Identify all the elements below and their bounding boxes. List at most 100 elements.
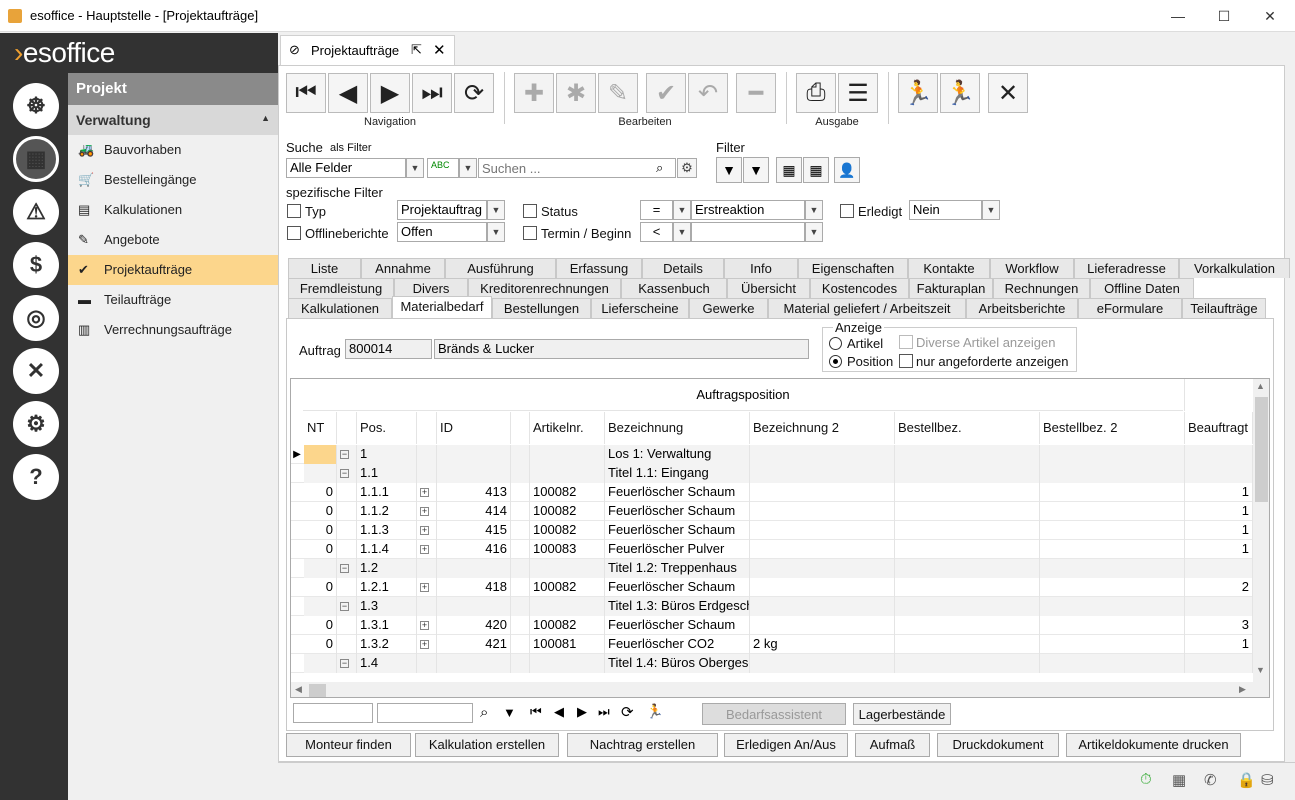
table-row[interactable]: 0 1.1.2 +414 100082 Feuerlöscher Schaum 1 bbox=[291, 502, 1269, 521]
previous-icon[interactable]: ◀ bbox=[554, 704, 564, 720]
chevron-down-icon[interactable]: ▼ bbox=[673, 200, 691, 220]
status-select[interactable]: Erstreaktion bbox=[691, 200, 805, 220]
nav-item-kalkulationen[interactable]: ▤ Kalkulationen bbox=[68, 195, 278, 225]
nav-item-teilauftraege[interactable]: ▬ Teilaufträge bbox=[68, 285, 278, 315]
status-operator[interactable]: = bbox=[640, 200, 673, 220]
chevron-down-icon[interactable]: ▼ bbox=[805, 222, 823, 242]
table-row[interactable]: −1.4 Titel 1.4: Büros Obergesc bbox=[291, 654, 1269, 673]
building-filter-icon[interactable]: ▦ bbox=[776, 157, 802, 183]
runner-icon[interactable]: 🏃 bbox=[646, 703, 663, 720]
erledigt-checkbox[interactable] bbox=[840, 204, 854, 218]
tab-kontakte[interactable]: Kontakte bbox=[908, 258, 990, 278]
helm-icon[interactable]: ☸ bbox=[13, 83, 59, 129]
tab-kassenbuch[interactable]: Kassenbuch bbox=[621, 278, 727, 298]
edit-pencil-icon[interactable]: ✎ bbox=[598, 73, 638, 113]
buildings-filter-icon[interactable]: ▦ bbox=[803, 157, 829, 183]
building-icon[interactable]: ▦ bbox=[1172, 771, 1186, 789]
chevron-down-icon[interactable]: ▼ bbox=[406, 158, 424, 178]
table-row[interactable]: 0 1.3.2 +421 100081 Feuerlöscher CO2 2 kg 1 bbox=[291, 635, 1269, 654]
alarm-light-icon[interactable]: ⚠ bbox=[13, 189, 59, 235]
collapse-icon[interactable] bbox=[337, 616, 357, 635]
collapse-icon[interactable]: − bbox=[337, 445, 357, 464]
table-row[interactable]: 0 1.1.1 +413 100082 Feuerlöscher Schaum 1 bbox=[291, 483, 1269, 502]
column-header[interactable]: NT bbox=[304, 412, 337, 444]
collapse-icon[interactable] bbox=[337, 521, 357, 540]
collapse-icon[interactable] bbox=[337, 540, 357, 559]
angefordert-checkbox[interactable] bbox=[899, 354, 913, 368]
column-header[interactable]: Bestellbez. 2 bbox=[1040, 412, 1185, 444]
nav-item-bauvorhaben[interactable]: 🚜 Bauvorhaben bbox=[68, 135, 278, 165]
popout-icon[interactable]: ⇱ bbox=[411, 42, 422, 58]
delete-button[interactable]: ━ bbox=[736, 73, 776, 113]
close-window-button[interactable]: ✕ bbox=[1247, 4, 1293, 28]
table-row[interactable]: −1.1 Titel 1.1: Eingang bbox=[291, 464, 1269, 483]
nav-item-angebote[interactable]: ✎ Angebote bbox=[68, 225, 278, 255]
refresh-icon[interactable]: ⟳ bbox=[621, 703, 634, 721]
save-check-button[interactable]: ✔ bbox=[646, 73, 686, 113]
tab-kostencodes[interactable]: Kostencodes bbox=[810, 278, 909, 298]
druckdokument-button[interactable]: Druckdokument bbox=[937, 733, 1059, 757]
chevron-down-icon[interactable]: ▼ bbox=[487, 222, 505, 242]
runner-disabled-icon[interactable]: 🏃 bbox=[898, 73, 938, 113]
search-icon[interactable]: ⌕ bbox=[480, 704, 488, 721]
typ-checkbox[interactable] bbox=[287, 204, 301, 218]
search-field-select[interactable]: Alle Felder bbox=[286, 158, 406, 178]
expand-icon[interactable] bbox=[417, 654, 437, 673]
tab-eformulare[interactable]: eFormulare bbox=[1078, 298, 1182, 318]
termin-operator[interactable]: < bbox=[640, 222, 673, 242]
position-radio[interactable] bbox=[829, 355, 842, 368]
column-header[interactable]: Bezeichnung 2 bbox=[750, 412, 895, 444]
tab-annahme[interactable]: Annahme bbox=[361, 258, 445, 278]
tab-vorkalkulation[interactable]: Vorkalkulation bbox=[1179, 258, 1290, 278]
phone-icon[interactable]: ✆ bbox=[1204, 771, 1217, 789]
nachtrag-erstellen-button[interactable]: Nachtrag erstellen bbox=[567, 733, 718, 757]
column-header[interactable]: Beauftragt bbox=[1185, 412, 1253, 444]
table-row[interactable]: 0 1.2.1 +418 100082 Feuerlöscher Schaum 2 bbox=[291, 578, 1269, 597]
last-record-button[interactable]: ⏭ bbox=[412, 73, 452, 113]
collapse-icon[interactable] bbox=[337, 483, 357, 502]
chevron-down-icon[interactable]: ▼ bbox=[459, 158, 477, 178]
lock-icon[interactable]: 🔒 bbox=[1237, 771, 1256, 789]
termin-checkbox[interactable] bbox=[523, 226, 537, 240]
column-header[interactable]: Bestellbez. bbox=[895, 412, 1040, 444]
expand-icon[interactable]: + bbox=[417, 483, 437, 502]
nav-item-projektauftraege[interactable]: ✔ Projektaufträge bbox=[68, 255, 278, 285]
tab-lieferscheine[interactable]: Lieferscheine bbox=[591, 298, 689, 318]
tab-details[interactable]: Details bbox=[642, 258, 724, 278]
status-checkbox[interactable] bbox=[523, 204, 537, 218]
tab-rechnungen[interactable]: Rechnungen bbox=[993, 278, 1090, 298]
nav-group-verwaltung[interactable]: Verwaltung ▲ bbox=[68, 105, 278, 135]
collapse-icon[interactable]: − bbox=[337, 654, 357, 673]
expand-icon[interactable]: + bbox=[417, 521, 437, 540]
tab-gewerke[interactable]: Gewerke bbox=[689, 298, 768, 318]
tab-workflow[interactable]: Workflow bbox=[990, 258, 1074, 278]
project-module-icon[interactable]: ▦ bbox=[13, 136, 59, 182]
tab-kalkulationen[interactable]: Kalkulationen bbox=[288, 298, 392, 318]
first-record-button[interactable]: ⏮ bbox=[286, 73, 326, 113]
expand-icon[interactable]: + bbox=[417, 578, 437, 597]
tab-divers[interactable]: Divers bbox=[394, 278, 468, 298]
maximize-button[interactable]: ☐ bbox=[1201, 4, 1247, 28]
column-header[interactable]: ID bbox=[437, 412, 511, 444]
chevron-down-icon[interactable]: ▼ bbox=[673, 222, 691, 242]
table-row[interactable]: 0 1.1.4 +416 100083 Feuerlöscher Pulver 1 bbox=[291, 540, 1269, 559]
settings-gear-icon[interactable]: ⚙ bbox=[677, 158, 697, 178]
search-input[interactable] bbox=[478, 158, 676, 178]
expand-icon[interactable] bbox=[417, 597, 437, 616]
nav-item-verrechnungsauftraege[interactable]: ▥ Verrechnungsaufträge bbox=[68, 315, 278, 345]
table-row[interactable]: 0 1.3.1 +420 100082 Feuerlöscher Schaum 3 bbox=[291, 616, 1269, 635]
column-header[interactable]: Artikelnr. bbox=[530, 412, 605, 444]
undo-button[interactable]: ↶ bbox=[688, 73, 728, 113]
column-header[interactable] bbox=[511, 412, 530, 444]
gears-icon[interactable]: ⚙ bbox=[13, 401, 59, 447]
tab-lieferadresse[interactable]: Lieferadresse bbox=[1074, 258, 1179, 278]
column-header[interactable] bbox=[417, 412, 437, 444]
copy-button[interactable]: ✱ bbox=[556, 73, 596, 113]
collapse-icon[interactable] bbox=[337, 635, 357, 654]
tab-info[interactable]: Info bbox=[724, 258, 798, 278]
funnel-check-icon[interactable]: ▼ bbox=[743, 157, 769, 183]
horizontal-scrollbar[interactable]: ◀ ▶ bbox=[291, 682, 1269, 697]
close-form-button[interactable]: ✕ bbox=[988, 73, 1028, 113]
termin-date-input[interactable] bbox=[691, 222, 805, 242]
close-tab-icon[interactable]: ✕ bbox=[433, 41, 446, 59]
